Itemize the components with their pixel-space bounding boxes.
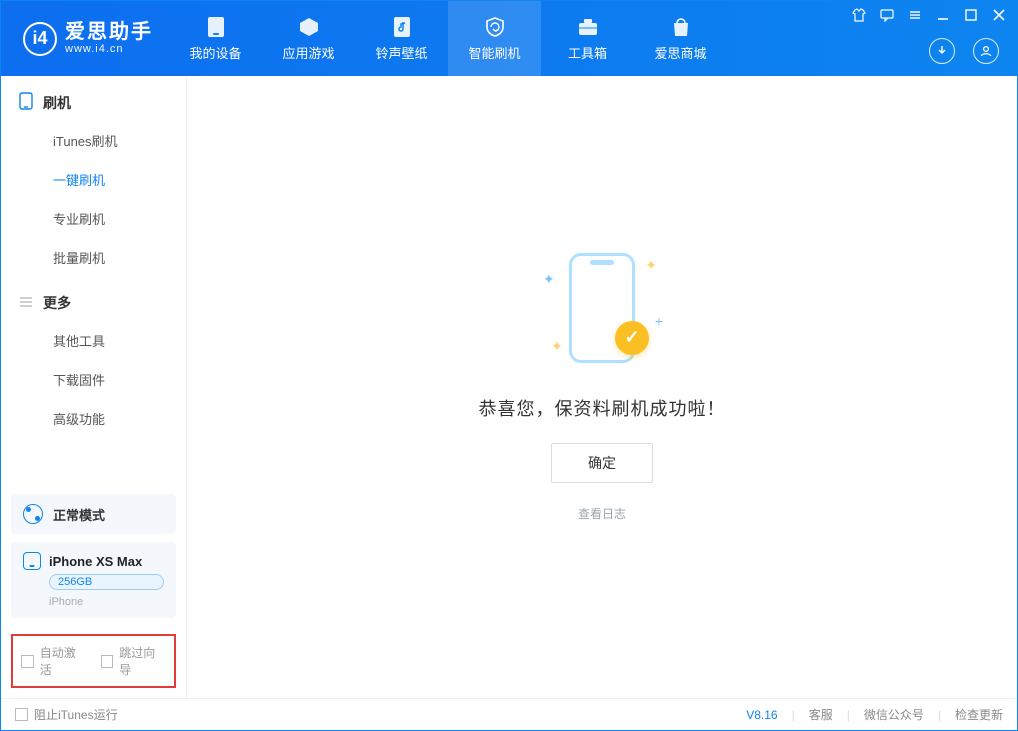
toolbox-icon [576,15,600,39]
app-logo: i4 爱思助手 www.i4.cn [1,21,169,55]
phone-outline-icon [19,92,33,113]
checkbox-skip-guide[interactable]: 跳过向导 [101,644,167,678]
checkbox-auto-activate[interactable]: 自动激活 [21,644,87,678]
maximize-icon[interactable] [963,7,979,23]
menu-icon[interactable] [907,7,923,23]
separator: | [839,708,858,722]
footer-link-update[interactable]: 检查更新 [955,706,1003,723]
sidebar-item-itunes-flash[interactable]: iTunes刷机 [1,121,186,160]
tab-label: 我的设备 [189,43,241,62]
sparkle-icon: ✦ [645,257,657,274]
device-capacity: 256GB [49,574,164,590]
view-log-link[interactable]: 查看日志 [578,505,626,522]
mode-card[interactable]: 正常模式 [11,494,176,534]
sidebar-section-flash: 刷机 [1,76,186,121]
tab-apps-games[interactable]: 应用游戏 [262,1,355,76]
checkbox-label: 自动激活 [40,644,87,678]
version-label: V8.16 [746,708,777,722]
device-name: iPhone XS Max [49,554,142,569]
minimize-icon[interactable] [935,7,951,23]
app-header: i4 爱思助手 www.i4.cn 我的设备 应用游戏 铃声壁纸 智能刷机 工具… [1,1,1017,76]
section-title: 刷机 [43,93,71,113]
checkbox-icon [101,655,114,668]
tab-ringtone-wallpaper[interactable]: 铃声壁纸 [355,1,448,76]
download-icon[interactable] [929,38,955,64]
sidebar: 刷机 iTunes刷机 一键刷机 专业刷机 批量刷机 更多 其他工具 下载固件 … [1,76,187,698]
tab-label: 应用游戏 [282,43,334,62]
sidebar-section-more: 更多 [1,277,186,321]
highlighted-options: 自动激活 跳过向导 [11,634,176,688]
sidebar-item-pro-flash[interactable]: 专业刷机 [1,199,186,238]
tab-store[interactable]: 爱思商城 [634,1,727,76]
tab-label: 爱思商城 [654,43,706,62]
logo-icon: i4 [23,22,57,56]
list-icon [19,295,33,312]
checkbox-icon [21,655,34,668]
sparkle-icon: ✦ [551,338,563,355]
tab-toolbox[interactable]: 工具箱 [541,1,634,76]
tab-label: 智能刷机 [468,43,520,62]
checkbox-label: 跳过向导 [119,644,166,678]
shield-refresh-icon [483,15,507,39]
sidebar-item-oneclick-flash[interactable]: 一键刷机 [1,160,186,199]
confirm-button[interactable]: 确定 [551,443,653,483]
shirt-icon[interactable] [851,7,867,23]
bag-icon [669,15,693,39]
window-controls [851,7,1007,23]
music-file-icon [390,15,414,39]
check-badge-icon: ✓ [615,321,649,355]
main-content: ✓ ✦ ✦ ✦ + 恭喜您，保资料刷机成功啦！ 确定 查看日志 [187,76,1017,698]
success-message: 恭喜您，保资料刷机成功啦！ [479,395,726,421]
success-illustration: ✓ ✦ ✦ ✦ + [547,253,657,373]
tab-label: 铃声壁纸 [375,43,427,62]
tab-label: 工具箱 [568,43,607,62]
phone-icon [204,15,228,39]
app-name: 爱思助手 [65,21,153,43]
sidebar-item-other-tools[interactable]: 其他工具 [1,321,186,360]
header-tabs: 我的设备 应用游戏 铃声壁纸 智能刷机 工具箱 爱思商城 [169,1,727,76]
device-icon [23,552,41,570]
sidebar-item-advanced[interactable]: 高级功能 [1,399,186,438]
checkbox-block-itunes[interactable]: 阻止iTunes运行 [15,706,118,723]
checkbox-label: 阻止iTunes运行 [34,706,118,723]
footer-link-wechat[interactable]: 微信公众号 [864,706,924,723]
user-icon[interactable] [973,38,999,64]
tab-my-device[interactable]: 我的设备 [169,1,262,76]
header-right-icons [929,38,999,64]
separator: | [930,708,949,722]
sidebar-item-download-firmware[interactable]: 下载固件 [1,360,186,399]
statusbar: 阻止iTunes运行 V8.16 | 客服 | 微信公众号 | 检查更新 [1,698,1017,730]
checkbox-icon [15,708,28,721]
section-title: 更多 [43,293,71,313]
close-icon[interactable] [991,7,1007,23]
footer-link-support[interactable]: 客服 [809,706,833,723]
sidebar-item-batch-flash[interactable]: 批量刷机 [1,238,186,277]
mode-label: 正常模式 [53,505,105,524]
sparkle-icon: ✦ [543,271,555,288]
mode-icon [23,504,43,524]
sparkle-icon: + [655,313,663,329]
app-url: www.i4.cn [65,43,153,55]
tab-smart-flash[interactable]: 智能刷机 [448,1,541,76]
feedback-icon[interactable] [879,7,895,23]
device-card[interactable]: iPhone XS Max 256GB iPhone [11,542,176,618]
separator: | [784,708,803,722]
cube-icon [297,15,321,39]
device-subtitle: iPhone [49,596,164,608]
